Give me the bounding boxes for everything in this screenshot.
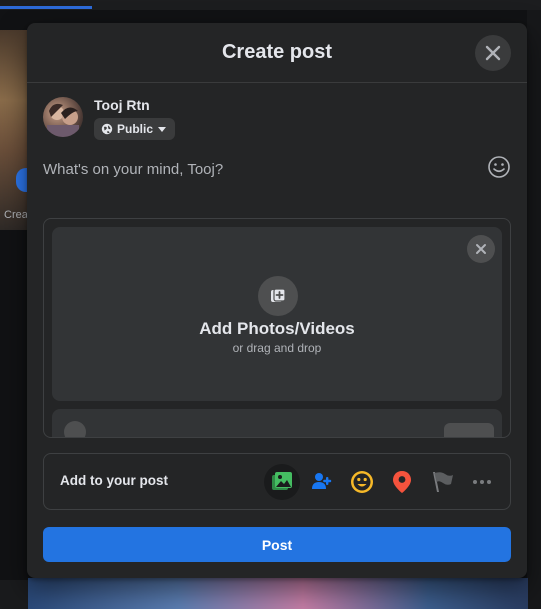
- globe-icon: [101, 123, 113, 135]
- add-to-post-icons: [264, 464, 504, 500]
- feeling-icon: [351, 471, 373, 493]
- caret-down-icon: [158, 127, 167, 132]
- more-options-button[interactable]: [464, 464, 500, 500]
- background-right-strip: [527, 10, 541, 609]
- smiley-icon: [488, 156, 510, 178]
- mobile-device-icon: [64, 421, 86, 437]
- emoji-picker-button[interactable]: [487, 155, 511, 179]
- photo-video-dropzone[interactable]: Add Photos/Videos or drag and drop: [52, 227, 502, 401]
- dialog-header: Create post: [27, 23, 527, 83]
- life-event-button[interactable]: [424, 464, 460, 500]
- dropzone-title: Add Photos/Videos: [199, 319, 355, 338]
- post-author: Tooj Rtn Public: [43, 97, 176, 141]
- add-media-icon-wrapper: [258, 276, 298, 316]
- post-button[interactable]: Post: [43, 527, 511, 562]
- dialog-title: Create post: [221, 41, 333, 63]
- close-dialog-button[interactable]: [475, 35, 511, 71]
- create-post-dialog: Create post Tooj Rtn Public What's on yo…: [27, 23, 527, 578]
- media-attachment-area: Add Photos/Videos or drag and drop: [43, 218, 511, 438]
- add-photo-icon: [271, 288, 286, 302]
- check-in-icon: [393, 471, 411, 493]
- check-in-button[interactable]: [384, 464, 420, 500]
- background-create-label: Crea: [4, 209, 28, 221]
- post-text-input[interactable]: What's on your mind, Tooj?: [43, 157, 443, 181]
- tag-people-icon: [312, 473, 332, 489]
- add-to-post-label: Add to your post: [60, 473, 168, 488]
- photo-video-icon: [272, 472, 292, 490]
- tag-people-button[interactable]: [304, 464, 340, 500]
- life-event-flag-icon: [433, 472, 453, 492]
- avatar[interactable]: [43, 97, 83, 137]
- background-feed-photo: [28, 578, 528, 609]
- photo-video-button[interactable]: [264, 464, 300, 500]
- add-from-mobile-button[interactable]: [444, 423, 494, 437]
- background-topbar: [0, 0, 541, 10]
- avatar-image: [47, 103, 79, 137]
- close-icon: [476, 244, 486, 254]
- more-icon: [473, 480, 491, 484]
- close-icon: [485, 45, 501, 61]
- add-from-mobile-row[interactable]: [52, 409, 502, 437]
- audience-selector-button[interactable]: Public: [94, 118, 176, 140]
- add-to-post-bar: Add to your post: [43, 453, 511, 510]
- dropzone-subtitle: or drag and drop: [232, 341, 322, 355]
- remove-media-button[interactable]: [467, 235, 495, 263]
- background-story-photo: [0, 30, 28, 230]
- background-bottom-left: [0, 580, 28, 609]
- feeling-activity-button[interactable]: [344, 464, 380, 500]
- author-name[interactable]: Tooj Rtn: [94, 97, 175, 113]
- audience-label: Public: [117, 122, 154, 136]
